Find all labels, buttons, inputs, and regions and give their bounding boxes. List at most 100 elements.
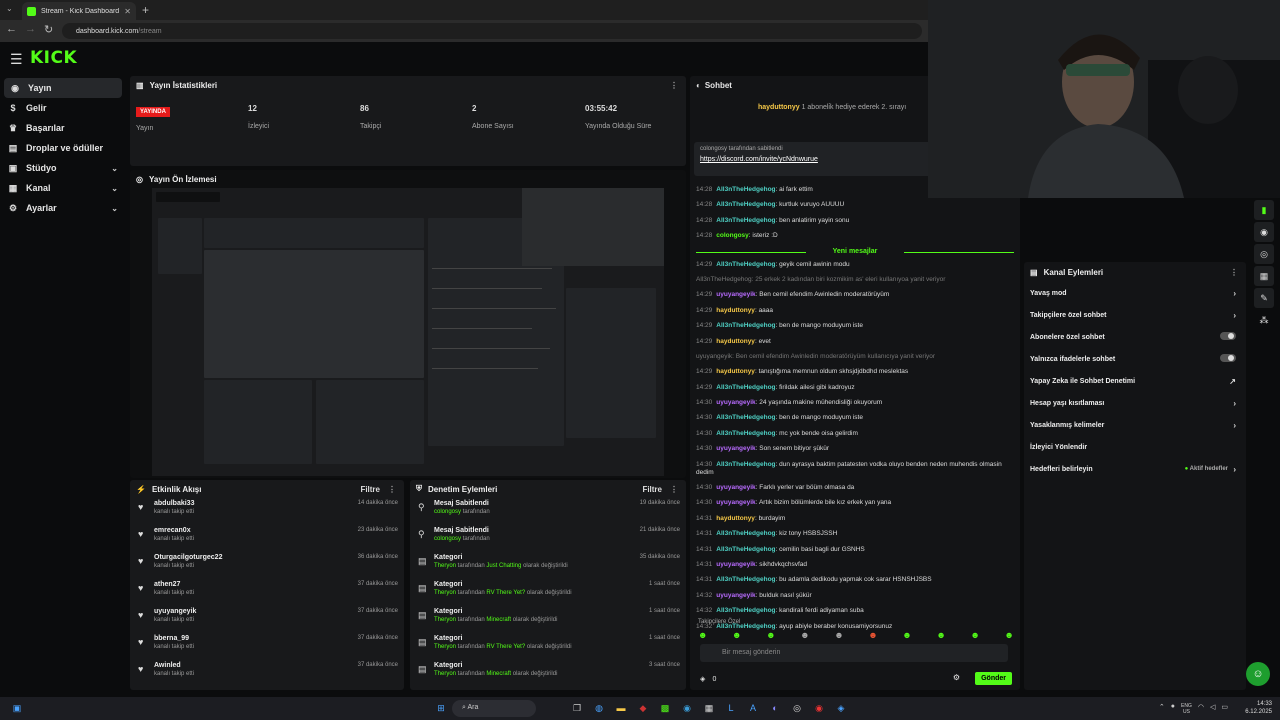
sidebar-item-droplar[interactable]: ▤ Droplar ve ödüller (0, 138, 126, 158)
mobile-icon[interactable]: ▮ (1254, 200, 1274, 220)
task-view-icon[interactable]: ❐ (570, 701, 584, 715)
widgets-icon[interactable]: ▣ (10, 701, 24, 715)
back-icon[interactable]: ← (6, 23, 17, 36)
message-user[interactable]: hayduttonyy (716, 515, 755, 522)
folder-icon[interactable]: ▬ (614, 701, 628, 715)
url-field[interactable]: dashboard.kick.com/stream (62, 23, 922, 39)
message-user[interactable]: All3nTheHedgehog (716, 217, 775, 224)
obs-icon[interactable]: ◎ (790, 701, 804, 715)
emote-icon[interactable]: ☻ (970, 630, 979, 640)
layout-icon[interactable]: ▦ (1254, 266, 1274, 286)
message-user[interactable]: All3nTheHedgehog (716, 322, 775, 329)
message-user[interactable]: hayduttonyy (716, 338, 755, 345)
minecraft-icon[interactable]: ▩ (658, 701, 672, 715)
more-icon[interactable]: ⋮ (670, 81, 678, 90)
emote-icon[interactable]: ☻ (766, 630, 775, 640)
message-user[interactable]: All3nTheHedgehog (716, 576, 775, 583)
message-user[interactable]: All3nTheHedgehog (716, 384, 775, 391)
channel-action-row[interactable]: Hedefleri belirleyin ● Aktif hedefler › (1024, 458, 1246, 480)
gift-user[interactable]: hayduttonyy (758, 104, 800, 111)
chrome-icon[interactable]: ◉ (812, 701, 826, 715)
message-user[interactable]: uyuyangeyik (716, 445, 755, 452)
taskbar-search[interactable]: ⌕ Ara (452, 700, 536, 717)
moderator-name[interactable]: colongosy (434, 536, 461, 542)
sidebar-item-yayin[interactable]: ◉ Yayın (4, 78, 122, 98)
close-tab-icon[interactable]: ✕ (124, 7, 131, 16)
pinned-link[interactable]: https://discord.com/invite/ycNdnwurue (700, 156, 928, 163)
battery-icon[interactable]: ▭ (1221, 703, 1228, 715)
language-indicator[interactable]: ENG US (1181, 703, 1192, 715)
sidebar-item-kanal[interactable]: ▦ Kanal ⌄ (0, 178, 126, 198)
store-icon[interactable]: ▦ (702, 701, 716, 715)
broadcast-icon[interactable]: ◎ (1254, 244, 1274, 264)
copilot-icon[interactable]: ◍ (592, 701, 606, 715)
activity-row[interactable]: ♥ Awinled kanalı takip etti 37 dakika önce (130, 660, 404, 687)
message-user[interactable]: All3nTheHedgehog (716, 430, 775, 437)
volume-icon[interactable]: ◁ (1210, 703, 1215, 715)
message-user[interactable]: All3nTheHedgehog (716, 461, 775, 468)
browser-tab[interactable]: Stream - Kick Dashboard ✕ (22, 2, 136, 20)
sidebar-item-basarilar[interactable]: ♛ Başarılar (0, 118, 126, 138)
toggle-switch[interactable] (1220, 332, 1236, 342)
channel-action-row[interactable]: Takipçilere özel sohbet › (1024, 304, 1246, 326)
app-l-icon[interactable]: L (724, 701, 738, 715)
sidebar-item-gelir[interactable]: $ Gelir (0, 98, 126, 118)
emote-icon[interactable]: ☻ (732, 630, 741, 640)
wifi-icon[interactable]: ◠ (1198, 703, 1204, 715)
forward-icon[interactable]: → (25, 23, 36, 36)
message-user[interactable]: All3nTheHedgehog (716, 414, 775, 421)
moderator-name[interactable]: Theryon (434, 563, 456, 569)
message-user[interactable]: All3nTheHedgehog (716, 607, 775, 614)
emote-icon[interactable]: ☻ (834, 630, 843, 640)
channel-action-row[interactable]: İzleyici Yönlendir (1024, 436, 1246, 458)
message-user[interactable]: uyuyangeyik (716, 561, 755, 568)
steam-icon[interactable]: ◈ (834, 701, 848, 715)
channel-action-row[interactable]: Yalnızca ifadelerle sohbet (1024, 348, 1246, 370)
message-user[interactable]: uyuyangeyik (716, 592, 755, 599)
discord-icon[interactable]: ◐ (768, 701, 782, 715)
send-button[interactable]: Gönder (975, 672, 1012, 685)
message-user[interactable]: hayduttonyy (716, 307, 755, 314)
kick-logo[interactable]: KICK (30, 48, 77, 68)
emote-icon[interactable]: ☻ (936, 630, 945, 640)
moderation-row[interactable]: ⚲ Mesaj Sabitlendi colongosy tarafından 19 … (410, 498, 686, 525)
app-a-icon[interactable]: A (746, 701, 760, 715)
moderator-name[interactable]: Theryon (434, 617, 456, 623)
more-icon[interactable]: ⋮ (670, 485, 678, 494)
message-user[interactable]: uyuyangeyik (716, 399, 755, 406)
emote-icon[interactable]: ☻ (868, 630, 877, 640)
mic-icon[interactable]: ● (1171, 703, 1175, 715)
message-user[interactable]: uyuyangeyik (716, 499, 755, 506)
message-user[interactable]: colongosy (716, 232, 749, 239)
more-icon[interactable]: ⋮ (1230, 268, 1238, 277)
message-user[interactable]: All3nTheHedgehog (716, 530, 775, 537)
chevron-up-icon[interactable]: ⌃ (1159, 703, 1165, 715)
moderator-name[interactable]: colongosy (434, 509, 461, 515)
channel-action-row[interactable]: Yavaş mod › (1024, 282, 1246, 304)
filter-button[interactable]: Filtre (642, 485, 662, 494)
chat-bubble-icon[interactable]: ◉ (1254, 222, 1274, 242)
message-user[interactable]: uyuyangeyik (716, 291, 755, 298)
stream-preview-video[interactable] (152, 188, 664, 476)
activity-row[interactable]: ♥ bberna_99 kanalı takip etti 37 dakika önc… (130, 633, 404, 660)
emote-icon[interactable]: ☻ (698, 630, 707, 640)
moderation-row[interactable]: ▤ Kategori Theryon tarafından Minecraft ol… (410, 606, 686, 633)
edge-icon[interactable]: ◉ (680, 701, 694, 715)
moderation-row[interactable]: ▤ Kategori Theryon tarafından RV There Yet… (410, 633, 686, 660)
channel-action-row[interactable]: Yasaklanmış kelimeler › (1024, 414, 1246, 436)
message-user[interactable]: All3nTheHedgehog (716, 546, 775, 553)
channel-action-row[interactable]: Yapay Zeka ile Sohbet Denetimi ↗ (1024, 370, 1246, 392)
chat-input[interactable]: Bir mesaj gönderin (700, 644, 1008, 662)
app-icon[interactable]: ◆ (636, 701, 650, 715)
activity-row[interactable]: ♥ emrecan0x kanalı takip etti 23 dakika önc… (130, 525, 404, 552)
message-user[interactable]: All3nTheHedgehog (716, 186, 775, 193)
emote-icon[interactable]: ☻ (800, 630, 809, 640)
tab-search-icon[interactable]: ⌄ (6, 4, 13, 13)
sidebar-item-studyo[interactable]: ▣ Stüdyo ⌄ (0, 158, 126, 178)
reload-icon[interactable]: ↻ (44, 23, 53, 36)
message-user[interactable]: All3nTheHedgehog (716, 201, 775, 208)
more-icon[interactable]: ⋮ (388, 485, 396, 494)
moderator-name[interactable]: Theryon (434, 590, 456, 596)
channel-action-row[interactable]: Abonelere özel sohbet (1024, 326, 1246, 348)
activity-row[interactable]: ♥ abdulbaki33 kanalı takip etti 14 dakika ö… (130, 498, 404, 525)
